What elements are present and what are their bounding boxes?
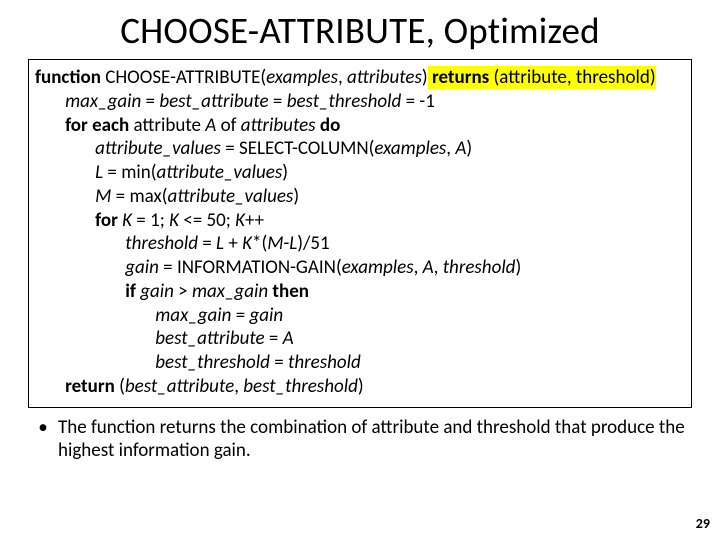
bullet-dot: • xyxy=(28,416,58,464)
page-title: CHOOSE-ATTRIBUTE, Optimized xyxy=(28,8,692,53)
code-line: for each attribute A of attributes do xyxy=(35,114,681,138)
code-line: function CHOOSE-ATTRIBUTE(examples, attr… xyxy=(35,66,681,90)
code-line: max_gain = best_attribute = best_thresho… xyxy=(35,90,681,114)
code-line: max_gain = gain xyxy=(35,304,681,328)
code-line: best_threshold = threshold xyxy=(35,351,681,375)
code-line: return (best_attribute, best_threshold) xyxy=(35,375,681,399)
code-line: best_attribute = A xyxy=(35,327,681,351)
slide: CHOOSE-ATTRIBUTE, Optimized function CHO… xyxy=(0,0,720,540)
code-line: M = max(attribute_values) xyxy=(35,185,681,209)
pseudocode-box: function CHOOSE-ATTRIBUTE(examples, attr… xyxy=(28,59,692,408)
code-line: L = min(attribute_values) xyxy=(35,161,681,185)
bullet-text: The function returns the combination of … xyxy=(58,416,692,464)
bullet-item: • The function returns the combination o… xyxy=(28,416,692,464)
page-number: 29 xyxy=(696,515,710,532)
code-line: threshold = L + K*(M-L)/51 xyxy=(35,232,681,256)
code-line: attribute_values = SELECT-COLUMN(example… xyxy=(35,137,681,161)
code-line: gain = INFORMATION-GAIN(examples, A, thr… xyxy=(35,256,681,280)
code-line: for K = 1; K <= 50; K++ xyxy=(35,209,681,233)
code-line: if gain > max_gain then xyxy=(35,280,681,304)
